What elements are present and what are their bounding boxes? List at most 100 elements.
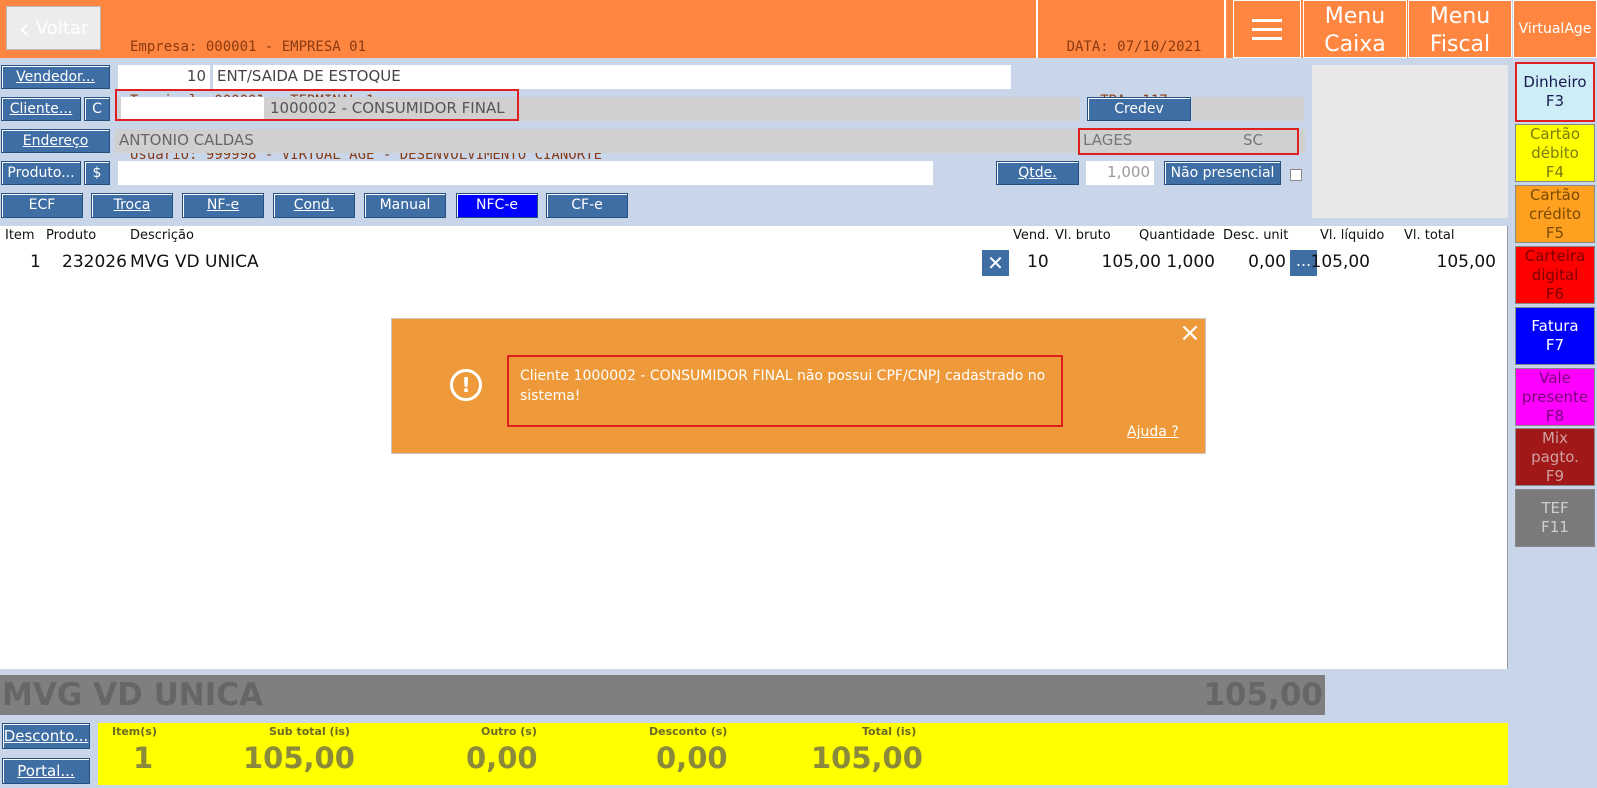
date-text: DATA: 07/10/2021 [1066,39,1202,55]
payment-key: F5 [1545,223,1565,242]
cliente-c-button[interactable]: C [84,97,110,121]
desconto-button[interactable]: Desconto... [2,723,90,749]
cliente-button[interactable]: Cliente... [1,97,81,121]
menu-fiscal-line2: Fiscal [1429,32,1491,57]
payment-key: F4 [1545,162,1565,181]
col-vl-liquido: Vl. líquido [1320,228,1385,243]
vendedor-code[interactable]: 10 [118,65,210,89]
portal-button[interactable]: Portal... [2,758,90,784]
col-vl-total: Vl. total [1404,228,1455,243]
credev-field [1192,97,1304,121]
payment-label: Cartão débito [1529,124,1581,162]
payment-label: Carteira digital [1524,246,1586,284]
chevron-left-icon: ‹ [18,11,30,45]
col-item: Item [5,228,35,243]
desconto-value: 0,00 [656,741,728,775]
vendedor-button[interactable]: Vendedor... [1,65,110,89]
total-value: 105,00 [811,741,923,775]
photo-panel [1312,65,1508,218]
mode-nfce-button[interactable]: NFC-e [456,193,538,218]
mode-ecf-button[interactable]: ECF [1,193,83,218]
mode-nfe-button[interactable]: NF-e [182,193,264,218]
endereco-button[interactable]: Endereço [1,129,110,153]
payment-f5-button[interactable]: Cartão crédito F5 [1515,185,1595,243]
exclamation-icon: ! [450,369,482,401]
payment-f9-button[interactable]: Mix pagto. F9 [1515,428,1595,486]
outro-label: Outro (s) [481,725,537,738]
payment-label: TEF [1541,499,1569,517]
payment-f3-button[interactable]: Dinheiro F3 [1515,62,1595,122]
nao-presencial-checkbox[interactable] [1290,169,1302,181]
col-quantidade: Quantidade [1139,228,1215,243]
payment-f7-button[interactable]: Fatura F7 [1515,307,1595,365]
back-label: Voltar [35,17,89,39]
alert-dialog: × ! Cliente 1000002 - CONSUMIDOR FINAL n… [391,318,1206,454]
menu-fiscal-button[interactable]: Menu Fiscal [1408,0,1512,58]
mode-troca-button[interactable]: Troca [91,193,173,218]
payment-label: Fatura [1531,317,1579,335]
credev-button[interactable]: Credev [1087,97,1191,121]
cliente-highlight [115,89,519,121]
outro-value: 0,00 [466,741,538,775]
row-vl-bruto: 105,00 [1101,252,1161,272]
payment-f11-button[interactable]: TEF F11 [1515,489,1595,547]
row-vl-total: 105,00 [1436,252,1496,272]
row-desc-unit: 0,00 [1248,252,1286,272]
dialog-close-button[interactable]: × [1178,320,1202,346]
mode-cond-button[interactable]: Cond. [273,193,355,218]
payment-f6-button[interactable]: Carteira digital F6 [1515,246,1595,304]
col-desc-unit: Desc. unit [1223,228,1289,243]
table-row[interactable]: 1 232026 MVG VD UNICA ✕ 10 105,00 1,000 … [0,250,1505,276]
qtde-input[interactable]: 1,000 [1086,161,1154,185]
subtotal-label: Sub total (is) [269,725,350,738]
mode-manual-button[interactable]: Manual [364,193,446,218]
desconto-total-label: Desconto (s) [649,725,728,738]
payment-label: Mix pagto. [1531,428,1579,466]
menu-caixa-line2: Caixa [1324,32,1386,57]
payment-key: F9 [1545,466,1565,485]
col-vl-bruto: Vl. bruto [1055,228,1111,243]
col-descricao: Descrição [130,228,194,243]
payment-key: F7 [1545,336,1565,354]
payment-key: F8 [1545,406,1565,425]
menu-fiscal-line1: Menu [1429,4,1491,29]
menu-caixa-button[interactable]: Menu Caixa [1303,0,1407,58]
nao-presencial-button[interactable]: Não presencial [1164,161,1281,185]
col-vend: Vend. [1013,228,1050,243]
hamburger-button[interactable] [1233,0,1301,58]
menu-caixa-line1: Menu [1324,4,1386,29]
hamburger-icon [1252,13,1282,46]
produto-input[interactable] [118,161,933,185]
payment-key: F11 [1541,518,1569,536]
qtde-button[interactable]: Qtde. [996,161,1079,185]
mode-cfe-button[interactable]: CF-e [546,193,628,218]
payment-f8-button[interactable]: Vale presente F8 [1515,368,1595,426]
row-produto: 232026 [62,252,127,272]
itens-label: Item(s) [112,725,157,738]
vendedor-name: ENT/SAIDA DE ESTOQUE [213,65,1011,89]
empresa-text: Empresa: 000001 - EMPRESA 01 [130,39,367,55]
produto-button[interactable]: Produto... [1,161,81,185]
brand-logo: VirtualAge [1518,21,1592,37]
produto-dollar-button[interactable]: $ [84,161,110,185]
row-vl-liquido: 105,00 [1310,252,1370,272]
summary-total: 105,00 [1203,677,1323,713]
payment-label: Dinheiro [1523,73,1587,91]
payment-key: F6 [1545,284,1565,303]
total-label: Total (is) [862,725,917,738]
payment-label: Cartão crédito [1528,185,1582,223]
row-descricao: MVG VD UNICA [130,252,259,272]
itens-value: 1 [133,741,154,775]
close-icon: ✕ [987,251,1004,275]
summary-product: MVG VD UNICA [2,677,263,713]
payment-key: F3 [1545,92,1565,110]
brand-box: VirtualAge [1513,0,1597,58]
row-quantidade: 1,000 [1166,252,1215,272]
help-link[interactable]: Ajuda ? [1127,424,1179,440]
col-produto: Produto [46,228,97,243]
row-item: 1 [30,252,41,272]
delete-row-button[interactable]: ✕ [982,250,1009,276]
payment-f4-button[interactable]: Cartão débito F4 [1515,124,1595,182]
back-button[interactable]: ‹ Voltar [6,6,101,50]
subtotal-value: 105,00 [243,741,355,775]
